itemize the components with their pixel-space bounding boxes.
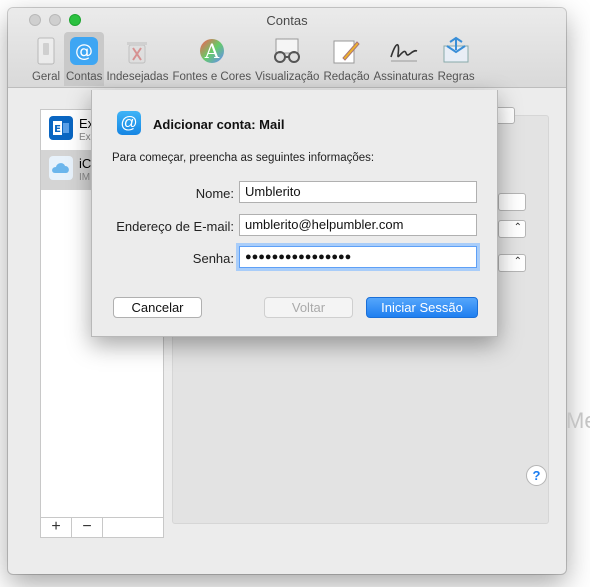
partial-popup[interactable]: ⌃	[498, 254, 526, 272]
mail-at-icon: @	[117, 111, 141, 135]
name-label: Nome:	[195, 186, 234, 201]
trash-icon	[121, 36, 153, 66]
remove-account-button[interactable]: −	[72, 518, 103, 537]
tab-visualizacao[interactable]: Visualização	[253, 32, 321, 86]
popup-arrows-icon: ⌃	[513, 256, 522, 267]
partial-field[interactable]	[498, 193, 526, 211]
cancel-button[interactable]: Cancelar	[113, 297, 202, 318]
tab-assinaturas[interactable]: Assinaturas	[372, 32, 436, 86]
glasses-icon	[271, 36, 303, 66]
help-button[interactable]: ?	[526, 465, 547, 486]
svg-text:A: A	[204, 39, 220, 63]
tab-label: Fontes e Cores	[172, 71, 252, 83]
back-button[interactable]: Voltar	[264, 297, 353, 318]
account-list-buttons: + −	[40, 518, 164, 538]
svg-text:@: @	[75, 41, 93, 62]
tab-geral[interactable]: Geral	[28, 32, 64, 86]
password-label: Senha:	[192, 251, 234, 266]
tab-regras[interactable]: Regras	[436, 32, 477, 86]
name-field[interactable]: Umblerito	[239, 181, 477, 203]
svg-text:E: E	[54, 124, 61, 135]
tab-label: Assinaturas	[373, 71, 434, 83]
sheet-title: Adicionar conta: Mail	[153, 117, 285, 132]
rules-icon	[440, 36, 472, 66]
exchange-icon: E	[49, 116, 73, 140]
sign-in-button[interactable]: Iniciar Sessão	[366, 297, 478, 318]
preferences-toolbar: Geral @ Contas Indesejadas A Fontes e Co…	[28, 32, 477, 88]
account-type: Ex	[79, 132, 91, 143]
tab-label: Geral	[31, 71, 61, 83]
switch-icon	[30, 36, 62, 66]
tab-fontes-cores[interactable]: A Fontes e Cores	[170, 32, 253, 86]
password-field[interactable]: ●●●●●●●●●●●●●●●●	[239, 246, 477, 268]
tab-label: Redação	[323, 71, 370, 83]
tab-contas[interactable]: @ Contas	[64, 32, 105, 86]
add-account-button[interactable]: +	[41, 518, 72, 537]
signature-icon	[388, 36, 420, 66]
partial-popup[interactable]: ⌃	[498, 220, 526, 238]
font-colors-icon: A	[196, 36, 228, 66]
tab-label: Indesejadas	[106, 71, 169, 83]
add-account-sheet: @ Adicionar conta: Mail Para começar, pr…	[91, 90, 498, 337]
email-field[interactable]: umblerito@helpumbler.com	[239, 214, 477, 236]
tab-label: Contas	[66, 71, 103, 83]
email-label: Endereço de E-mail:	[116, 219, 234, 234]
tab-redacao[interactable]: Redação	[321, 32, 371, 86]
sheet-intro: Para começar, preencha as seguintes info…	[112, 152, 375, 164]
tab-indesejadas[interactable]: Indesejadas	[104, 32, 170, 86]
tab-label: Regras	[437, 71, 475, 83]
pencil-icon	[330, 36, 362, 66]
account-type: IM	[79, 172, 91, 183]
window-title: Contas	[266, 13, 308, 28]
title-bar: Contas Geral @ Contas Indesejadas A Font…	[8, 8, 566, 88]
at-icon: @	[68, 36, 100, 66]
background-text: Me	[566, 408, 590, 433]
popup-arrows-icon: ⌃	[513, 222, 522, 233]
tab-label: Visualização	[255, 71, 320, 83]
icloud-icon	[49, 156, 73, 180]
